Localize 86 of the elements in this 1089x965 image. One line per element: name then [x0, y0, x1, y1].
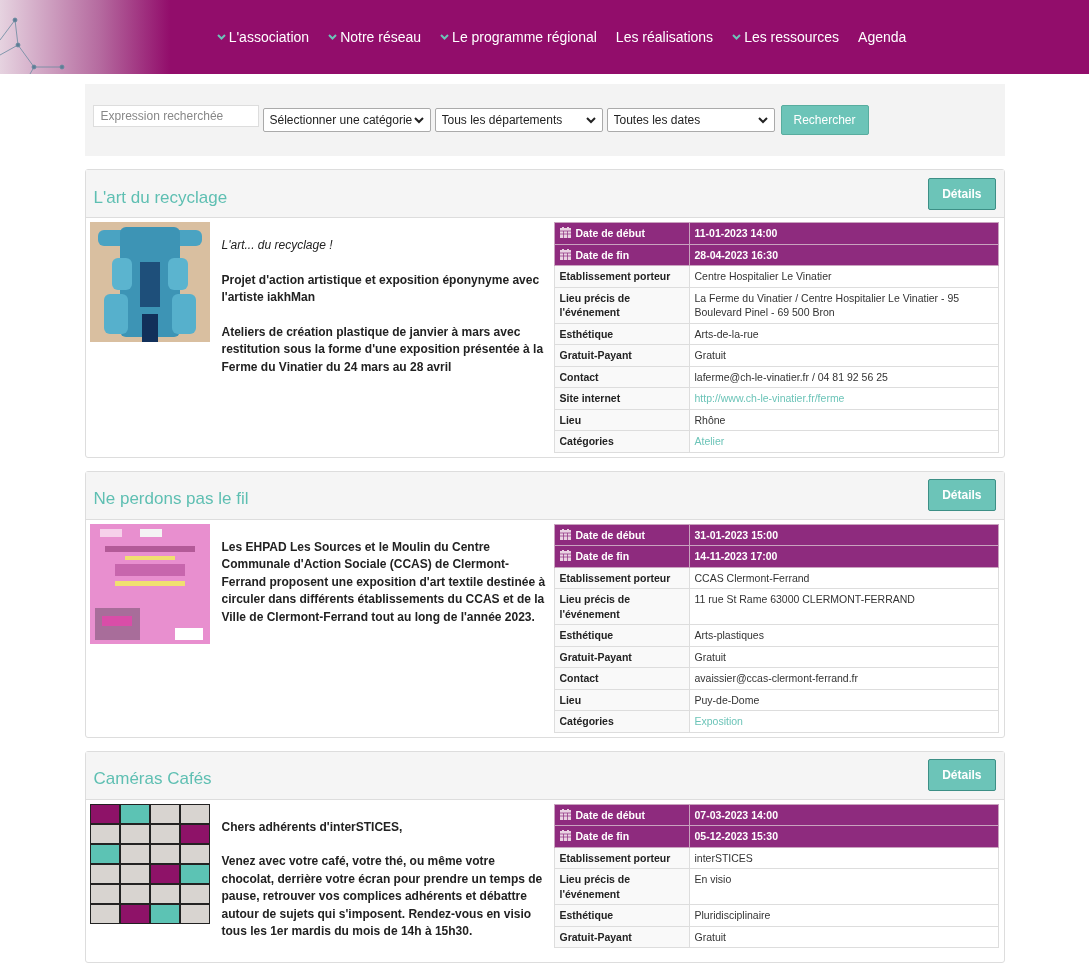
- calendar-icon: [559, 550, 571, 561]
- field-value: Rhône: [694, 413, 726, 426]
- dropdown-select[interactable]: Toutes les dates: [606, 108, 775, 132]
- field-label: Lieu précis de l'événement: [559, 593, 631, 620]
- event-title[interactable]: Ne perdons pas le fil: [93, 489, 249, 509]
- field-label: Site internet: [559, 392, 621, 404]
- field-value: 05-12-2023 15:30: [694, 830, 778, 842]
- field-value: 14-11-2023 17:00: [694, 550, 778, 562]
- field-value: Centre Hospitalier Le Vinatier: [694, 270, 832, 282]
- field-value: interSTICES: [694, 851, 753, 864]
- field-value: Gratuit: [694, 930, 726, 943]
- calendar-icon: [559, 227, 571, 238]
- field-value: Pluridisciplinaire: [694, 909, 771, 921]
- field-label: Date de fin: [575, 248, 630, 261]
- nav-link[interactable]: Agenda: [858, 29, 907, 45]
- field-label: Date de début: [575, 227, 645, 239]
- nav-link[interactable]: Le programme régional: [440, 29, 597, 45]
- nav-link[interactable]: Les réalisations: [615, 29, 714, 45]
- field-label: Lieu précis de l'événement: [559, 873, 631, 900]
- value-link[interactable]: Exposition: [694, 715, 743, 727]
- field-label: Etablissement porteur: [559, 571, 671, 584]
- dropdown-select[interactable]: Sélectionner une catégorie: [262, 108, 431, 132]
- calendar-icon: [559, 248, 571, 260]
- description-paragraph: Chers adhérents d'interSTICES,: [221, 818, 404, 836]
- field-label: Date de début: [575, 528, 645, 541]
- field-label: Esthétique: [559, 909, 614, 921]
- calendar-icon: [559, 528, 571, 540]
- description-paragraph: L'art... du recyclage !: [221, 237, 334, 254]
- field-label: Catégories: [559, 715, 614, 727]
- field-value: laferme@ch-le-vinatier.fr / 04 81 92 56 25: [694, 370, 888, 383]
- chevron-down-icon: [732, 34, 742, 40]
- value-link[interactable]: http://www.ch-le-vinatier.fr/ferme: [694, 392, 845, 404]
- field-label: Lieu: [559, 413, 582, 426]
- description-paragraph: Venez avec votre café, votre thé, ou même votre chocolat, derrière votre écran pour prendre un temps de pause, retrouver vos complices adhérents et débattre autour de sujets qui s'imposent. Rendez-vous en visio tous les 1er mardis du mois de 14h à 15h30.: [221, 853, 544, 940]
- field-value: 31-01-2023 15:00: [694, 528, 778, 541]
- field-value: avaissier@ccas-clermont-ferrand.fr: [694, 672, 859, 684]
- chevron-down-icon: [757, 116, 768, 124]
- field-label: Gratuit-Payant: [559, 930, 632, 943]
- field-value: Arts-plastiques: [694, 629, 764, 641]
- calendar-icon: [559, 808, 571, 820]
- value-link[interactable]: Atelier: [694, 435, 725, 447]
- description-paragraph: Ateliers de création plastique de janvier à mars avec restitution sous la forme d'une exposition présentée à la Ferme du Vinatier du 24 mars au 28 avril: [221, 323, 545, 376]
- field-label: Esthétique: [559, 327, 614, 340]
- details-button[interactable]: Détails: [928, 759, 996, 791]
- field-value: Gratuit: [694, 650, 726, 663]
- field-value: 11 rue St Rame 63000 CLERMONT-FERRAND: [694, 593, 915, 605]
- field-label: Etablissement porteur: [559, 270, 671, 282]
- field-label: Etablissement porteur: [559, 851, 671, 864]
- field-label: Esthétique: [559, 629, 614, 641]
- search-field[interactable]: Expression recherchée: [92, 105, 259, 127]
- calendar-icon: [559, 830, 571, 841]
- chevron-down-icon: [440, 34, 450, 40]
- field-value: En visio: [694, 873, 732, 885]
- field-value: CCAS Clermont-Ferrand: [694, 571, 810, 584]
- event-title[interactable]: Caméras Cafés: [93, 769, 212, 789]
- field-label: Catégories: [559, 435, 614, 447]
- chevron-down-icon: [216, 34, 226, 40]
- field-label: Gratuit-Payant: [559, 650, 632, 663]
- field-label: Gratuit-Payant: [559, 349, 632, 361]
- event-title[interactable]: L'art du recyclage: [93, 187, 228, 208]
- field-label: Date de fin: [575, 550, 630, 562]
- details-button[interactable]: Détails: [928, 177, 996, 210]
- field-label: Contact: [559, 370, 599, 383]
- details-button[interactable]: Détails: [928, 479, 996, 511]
- search-button[interactable]: Rechercher: [780, 105, 869, 135]
- field-value: 11-01-2023 14:00: [694, 227, 778, 239]
- nav-link[interactable]: Notre réseau: [328, 29, 422, 45]
- field-label: Contact: [559, 672, 599, 684]
- chevron-down-icon: [328, 34, 338, 40]
- chevron-down-icon: [585, 116, 596, 124]
- field-value: 07-03-2023 14:00: [694, 808, 778, 821]
- nav-link[interactable]: Les ressources: [732, 29, 840, 45]
- field-value: Arts-de-la-rue: [694, 327, 759, 340]
- description-paragraph: Les EHPAD Les Sources et le Moulin du Centre Communale d'Action Sociale (CCAS) de Clermont-Ferrand proposent une exposition d'art textile destinée à circuler dans différents établissements du CCAS et de la Ville de Clermont-Ferrand tout au long de l'année 2023.: [221, 538, 546, 626]
- dropdown-select[interactable]: Tous les départements: [434, 108, 603, 132]
- description-paragraph: Projet d'action artistique et exposition éponynyme avec l'artiste iakhMan: [221, 271, 541, 306]
- field-label: Date de début: [575, 808, 645, 821]
- field-value: Puy-de-Dome: [694, 693, 760, 706]
- field-label: Date de fin: [575, 830, 630, 842]
- field-label: Lieu précis de l'événement: [559, 291, 631, 318]
- field-value: La Ferme du Vinatier / Centre Hospitalier Le Vinatier - 95 Boulevard Pinel - 69 500 Bron: [694, 291, 960, 318]
- nav-link[interactable]: L'association: [216, 29, 310, 45]
- field-value: Gratuit: [694, 349, 726, 361]
- chevron-down-icon: [413, 116, 424, 124]
- field-value: 28-04-2023 16:30: [694, 248, 778, 261]
- field-label: Lieu: [559, 693, 582, 706]
